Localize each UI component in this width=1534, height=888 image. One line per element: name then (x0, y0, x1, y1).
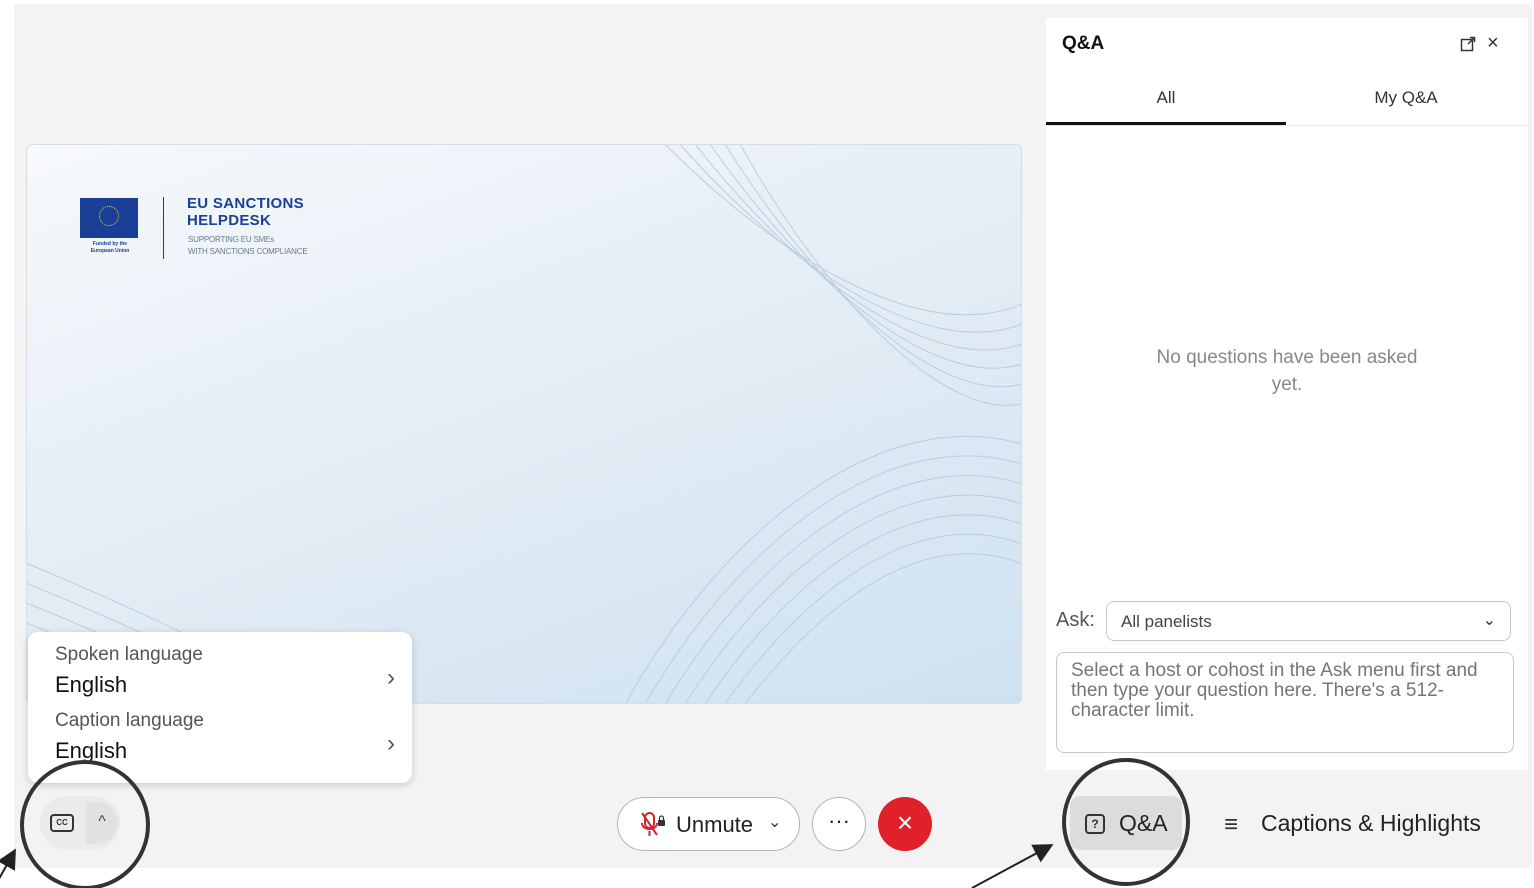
slide-background-waves (27, 145, 1021, 703)
more-options-button[interactable]: ··· (812, 797, 866, 851)
close-icon[interactable]: × (1487, 33, 1499, 53)
chevron-down-icon[interactable]: ⌄ (768, 812, 781, 832)
ask-recipient-select[interactable]: All panelists ⌄ (1106, 601, 1511, 641)
pop-out-icon[interactable] (1460, 36, 1476, 52)
funded-line-2: European Union (90, 248, 130, 254)
funded-by-eu-text: Funded by the European Union (79, 241, 141, 255)
annotation-circle-captions (20, 760, 150, 888)
qa-tabs: All My Q&A (1046, 80, 1528, 126)
captions-highlights-button[interactable]: ≡ Captions & Highlights (1212, 796, 1502, 850)
captions-highlights-label: Captions & Highlights (1261, 810, 1481, 836)
funded-line-1: Funded by the (92, 241, 128, 247)
list-icon: ≡ (1224, 811, 1239, 838)
more-icon: ··· (828, 808, 850, 833)
ask-label: Ask: (1056, 609, 1095, 631)
helpdesk-subtitle-line-1: SUPPORTING EU SMEs (188, 235, 275, 244)
close-icon: × (896, 807, 914, 838)
unmute-button[interactable]: Unmute ⌄ (617, 797, 800, 851)
spoken-language-item[interactable]: Spoken language English › (55, 644, 395, 708)
unmute-label: Unmute (676, 812, 754, 837)
eu-flag-logo (80, 198, 138, 238)
helpdesk-title-line-1: EU SANCTIONS (187, 195, 304, 212)
tab-my-qa[interactable]: My Q&A (1286, 88, 1526, 108)
shared-content: Funded by the European Union EU SANCTION… (26, 144, 1022, 704)
helpdesk-subtitle: SUPPORTING EU SMEs WITH SANCTIONS COMPLI… (188, 234, 308, 258)
chevron-down-icon: ⌄ (1482, 612, 1496, 629)
chevron-right-icon: › (387, 664, 395, 691)
helpdesk-subtitle-line-2: WITH SANCTIONS COMPLIANCE (188, 247, 308, 256)
empty-state-message: No questions have been asked yet. (1156, 347, 1418, 395)
leave-meeting-button[interactable]: × (878, 797, 932, 851)
question-input[interactable] (1056, 652, 1514, 753)
qa-panel: Q&A × All My Q&A No questions have been … (1046, 18, 1528, 770)
spoken-language-label: Spoken language (55, 644, 203, 665)
caption-language-label: Caption language (55, 710, 204, 731)
ask-recipient-value: All panelists (1121, 612, 1212, 631)
spoken-language-value: English (55, 672, 128, 697)
annotation-circle-qa (1062, 758, 1190, 886)
helpdesk-title-line-2: HELPDESK (187, 212, 272, 229)
tab-all[interactable]: All (1046, 88, 1286, 108)
muted-microphone-icon (640, 811, 666, 839)
active-tab-indicator (1046, 122, 1286, 125)
qa-panel-title: Q&A (1062, 33, 1105, 54)
chevron-right-icon: › (387, 730, 395, 757)
helpdesk-title: EU SANCTIONS HELPDESK (187, 195, 304, 229)
logo-divider (163, 197, 164, 259)
caption-language-value: English (55, 738, 128, 763)
